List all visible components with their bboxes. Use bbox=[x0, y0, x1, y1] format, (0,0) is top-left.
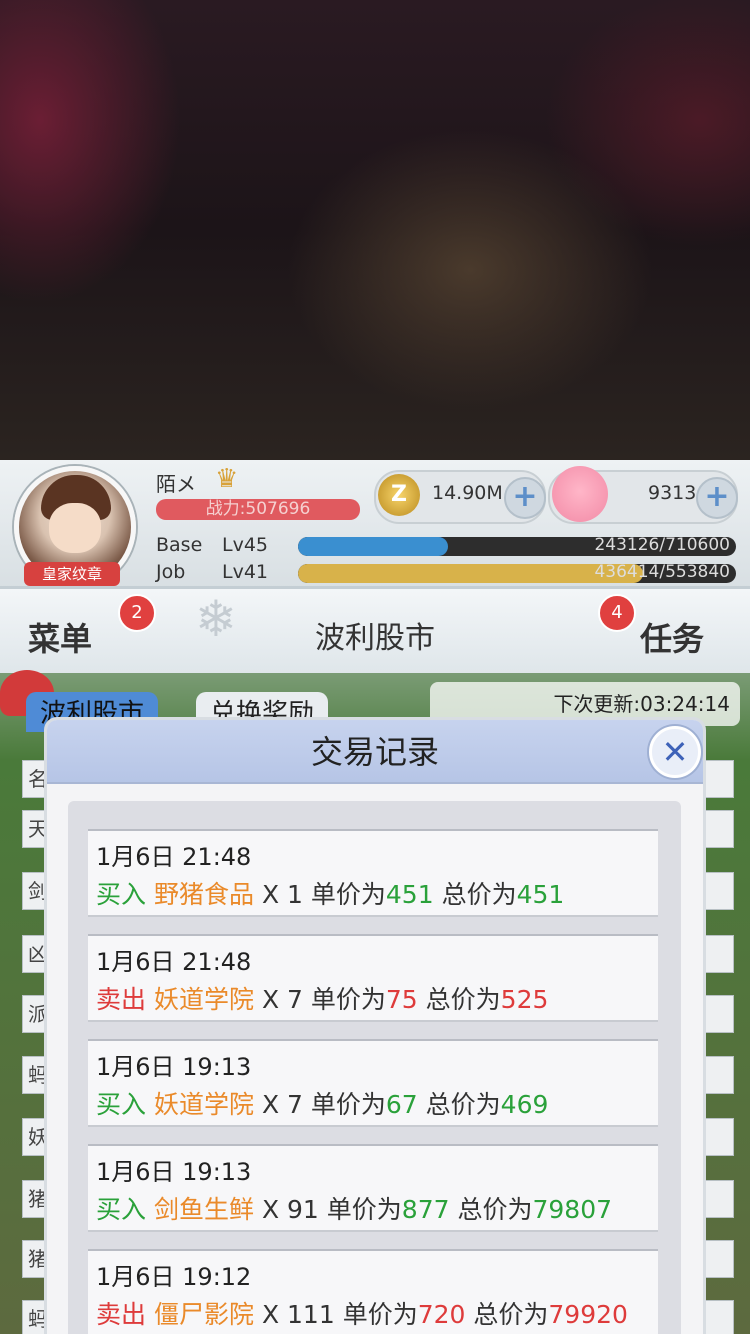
total-price: 79920 bbox=[548, 1300, 628, 1329]
trade-quantity: X 1 bbox=[261, 880, 303, 909]
market-list-right-cell[interactable] bbox=[702, 1180, 734, 1218]
page-title: 波利股市 bbox=[315, 621, 435, 656]
trade-action: 买入 bbox=[96, 1195, 147, 1224]
unit-price: 451 bbox=[385, 880, 434, 909]
snowflake-icon: ❄ bbox=[195, 590, 237, 648]
base-label: Base bbox=[156, 534, 203, 556]
unit-price-label: 单价为 bbox=[310, 880, 386, 909]
job-label: Job bbox=[156, 561, 186, 583]
trade-detail: 买入 剑鱼生鲜 X 91 单价为877 总价为79807 bbox=[96, 1190, 612, 1226]
total-price: 79807 bbox=[532, 1195, 613, 1224]
trade-action: 卖出 bbox=[96, 1300, 147, 1329]
job-exp-bar: 436414/553840 bbox=[298, 564, 736, 583]
rank-wing-icon: ♛ bbox=[215, 464, 239, 494]
unit-price-label: 单价为 bbox=[326, 1195, 402, 1224]
base-exp-fill bbox=[298, 537, 448, 556]
base-exp-text: 243126/710600 bbox=[594, 537, 730, 555]
market-list-right-cell[interactable] bbox=[702, 1118, 734, 1156]
trade-item: 僵尸影院 bbox=[153, 1300, 254, 1329]
trade-history-dialog: 交易记录 ✕ 1月6日 21:48 买入 野猪食品 X 1 单价为451 总价为4… bbox=[47, 720, 703, 1334]
market-list-right-cell[interactable] bbox=[702, 935, 734, 973]
unit-price-label: 单价为 bbox=[310, 1090, 386, 1119]
unit-price-label: 单价为 bbox=[342, 1300, 418, 1329]
royal-badge: 皇家纹章 bbox=[24, 562, 120, 586]
close-icon[interactable]: ✕ bbox=[649, 726, 701, 778]
player-hud: 皇家纹章 陌メ ♛ 战力:507696 Z 14.90M + 9313 + Ba… bbox=[0, 460, 750, 595]
trade-record: 1月6日 19:13 买入 妖道学院 X 7 单价为67 总价为469 bbox=[88, 1039, 658, 1127]
unit-price-label: 单价为 bbox=[310, 985, 386, 1014]
trade-time: 1月6日 19:13 bbox=[96, 1053, 252, 1081]
menu-button[interactable]: 菜单 bbox=[28, 608, 92, 670]
job-level: Lv41 bbox=[222, 561, 269, 583]
trade-action: 卖出 bbox=[96, 985, 147, 1014]
trade-detail: 卖出 僵尸影院 X 111 单价为720 总价为79920 bbox=[96, 1295, 628, 1331]
poring-gem-icon bbox=[552, 466, 608, 522]
trade-item: 剑鱼生鲜 bbox=[153, 1195, 254, 1224]
add-gem-button[interactable]: + bbox=[696, 477, 738, 519]
trade-time: 1月6日 19:12 bbox=[96, 1263, 252, 1291]
combat-power: 战力:507696 bbox=[156, 499, 360, 520]
market-list-right-cell[interactable] bbox=[702, 1240, 734, 1278]
add-zeny-button[interactable]: + bbox=[504, 477, 546, 519]
player-name: 陌メ bbox=[156, 472, 196, 496]
total-price: 451 bbox=[516, 880, 565, 909]
market-list-right-cell[interactable] bbox=[702, 1300, 734, 1334]
total-price-label: 总价为 bbox=[441, 880, 517, 909]
trade-record: 1月6日 21:48 买入 野猪食品 X 1 单价为451 总价为451 bbox=[88, 829, 658, 917]
base-exp-bar: 243126/710600 bbox=[298, 537, 736, 556]
market-list-right-cell[interactable] bbox=[702, 1056, 734, 1094]
unit-price: 75 bbox=[385, 985, 418, 1014]
total-price: 469 bbox=[500, 1090, 549, 1119]
trade-record: 1月6日 21:48 卖出 妖道学院 X 7 单价为75 总价为525 bbox=[88, 934, 658, 1022]
job-exp-text: 436414/553840 bbox=[594, 564, 730, 582]
trade-detail: 卖出 妖道学院 X 7 单价为75 总价为525 bbox=[96, 980, 548, 1016]
trade-time: 1月6日 19:13 bbox=[96, 1158, 252, 1186]
dialog-title: 交易记录 bbox=[310, 733, 439, 771]
base-level: Lv45 bbox=[222, 534, 269, 556]
zeny-coin-icon: Z bbox=[378, 474, 420, 516]
zeny-value: 14.90M bbox=[432, 482, 503, 504]
trade-time: 1月6日 21:48 bbox=[96, 843, 252, 871]
tasks-badge: 4 bbox=[598, 594, 636, 632]
trade-record-list[interactable]: 1月6日 21:48 买入 野猪食品 X 1 单价为451 总价为451 1月6日 … bbox=[68, 801, 681, 1334]
trade-quantity: X 7 bbox=[261, 985, 303, 1014]
trade-record: 1月6日 19:13 买入 剑鱼生鲜 X 91 单价为877 总价为79807 bbox=[88, 1144, 658, 1232]
gem-display: 9313 + bbox=[548, 466, 738, 524]
trade-time: 1月6日 21:48 bbox=[96, 948, 252, 976]
total-price-label: 总价为 bbox=[425, 985, 501, 1014]
market-list-right-cell[interactable] bbox=[702, 760, 734, 798]
unit-price: 720 bbox=[417, 1300, 466, 1329]
zeny-display: Z 14.90M + bbox=[374, 470, 546, 524]
gem-value: 9313 bbox=[648, 482, 697, 504]
trade-quantity: X 91 bbox=[261, 1195, 319, 1224]
menu-badge: 2 bbox=[118, 594, 156, 632]
unit-price: 67 bbox=[385, 1090, 418, 1119]
market-list-right-cell[interactable] bbox=[702, 810, 734, 848]
tasks-button[interactable]: 任务 bbox=[640, 608, 704, 670]
trade-item: 妖道学院 bbox=[153, 1090, 254, 1119]
avatar-face bbox=[49, 503, 101, 553]
blurred-background bbox=[0, 0, 750, 460]
trade-quantity: X 111 bbox=[261, 1300, 335, 1329]
trade-quantity: X 7 bbox=[261, 1090, 303, 1119]
trade-item: 野猪食品 bbox=[153, 880, 254, 909]
market-list-right-cell[interactable] bbox=[702, 872, 734, 910]
total-price-label: 总价为 bbox=[425, 1090, 501, 1119]
total-price-label: 总价为 bbox=[473, 1300, 549, 1329]
unit-price: 877 bbox=[401, 1195, 450, 1224]
trade-action: 买入 bbox=[96, 1090, 147, 1119]
trade-action: 买入 bbox=[96, 880, 147, 909]
trade-record: 1月6日 19:12 卖出 僵尸影院 X 111 单价为720 总价为79920 bbox=[88, 1249, 658, 1334]
market-list-right-cell[interactable] bbox=[702, 995, 734, 1033]
trade-item: 妖道学院 bbox=[153, 985, 254, 1014]
total-price: 525 bbox=[500, 985, 549, 1014]
job-exp-fill bbox=[298, 564, 644, 583]
trade-detail: 买入 妖道学院 X 7 单价为67 总价为469 bbox=[96, 1085, 548, 1121]
dialog-header: 交易记录 ✕ bbox=[47, 720, 703, 784]
total-price-label: 总价为 bbox=[457, 1195, 533, 1224]
trade-detail: 买入 野猪食品 X 1 单价为451 总价为451 bbox=[96, 875, 564, 911]
